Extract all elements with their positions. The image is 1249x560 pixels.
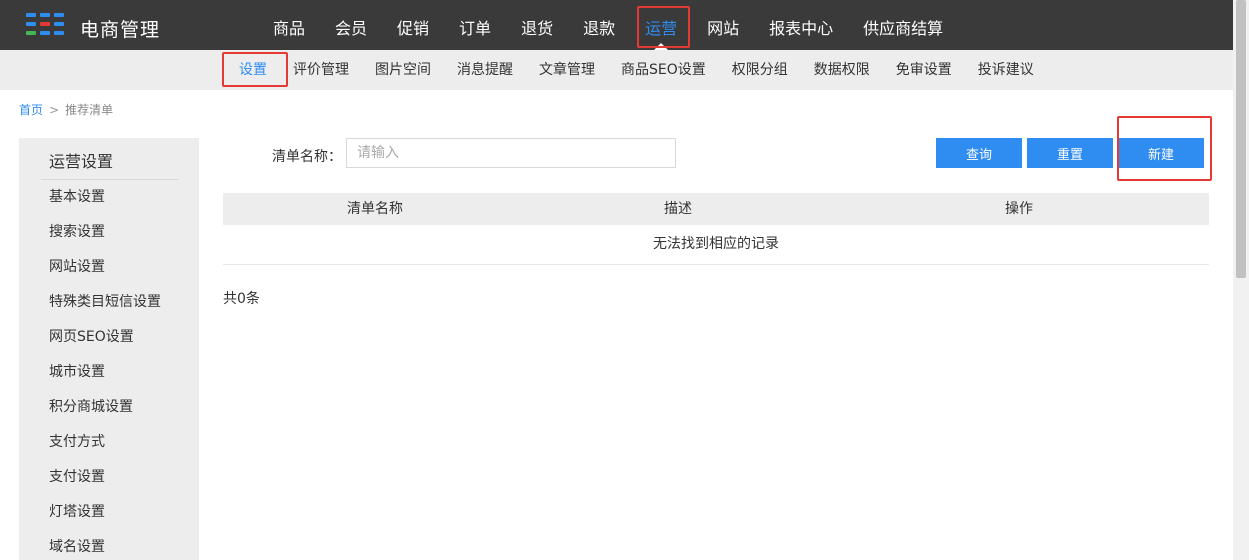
sidebar-item-9[interactable]: 灯塔设置 xyxy=(49,495,161,530)
subnav-item-1[interactable]: 评价管理 xyxy=(280,50,362,90)
sidebar-item-1[interactable]: 搜索设置 xyxy=(49,215,161,250)
sidebar-list: 基本设置 搜索设置 网站设置 特殊类目短信设置 网页SEO设置 城市设置 积分商城设置 支付方… xyxy=(49,180,161,560)
sidebar-item-8[interactable]: 支付设置 xyxy=(49,460,161,495)
subnav-item-9[interactable]: 投诉建议 xyxy=(965,50,1047,90)
nav-item-3[interactable]: 订单 xyxy=(444,0,506,50)
create-button[interactable]: 新建 xyxy=(1118,138,1204,168)
sidebar-item-6[interactable]: 积分商城设置 xyxy=(49,390,161,425)
main-nav: 商品 会员 促销 订单 退货 退款 运营 网站 报表中心 供应商结算 xyxy=(258,0,958,50)
subnav-item-7[interactable]: 数据权限 xyxy=(801,50,883,90)
table-header: 清单名称 描述 操作 xyxy=(223,193,1209,225)
sidebar-item-7[interactable]: 支付方式 xyxy=(49,425,161,460)
subnav-item-4[interactable]: 文章管理 xyxy=(526,50,608,90)
subnav-item-3[interactable]: 消息提醒 xyxy=(444,50,526,90)
query-button[interactable]: 查询 xyxy=(936,138,1022,168)
nav-item-6[interactable]: 运营 xyxy=(630,0,692,50)
total-count: 共0条 xyxy=(223,291,260,307)
sidebar-item-10[interactable]: 域名设置 xyxy=(49,530,161,560)
sidebar-item-3[interactable]: 特殊类目短信设置 xyxy=(49,285,161,320)
column-header-list-name: 清单名称 xyxy=(347,201,403,217)
list-name-input[interactable] xyxy=(346,138,676,168)
top-navbar: 电商管理 商品 会员 促销 订单 退货 退款 运营 网站 报表中心 供应商结算 xyxy=(0,0,1233,50)
breadcrumb-current: 推荐清单 xyxy=(65,103,114,117)
sidebar: 运营设置 基本设置 搜索设置 网站设置 特殊类目短信设置 网页SEO设置 城市设置 积分商城… xyxy=(19,138,199,560)
breadcrumb-home-link[interactable]: 首页 xyxy=(19,103,43,117)
reset-button[interactable]: 重置 xyxy=(1027,138,1113,168)
nav-item-9[interactable]: 供应商结算 xyxy=(848,0,958,50)
sidebar-item-0[interactable]: 基本设置 xyxy=(49,180,161,215)
nav-item-8[interactable]: 报表中心 xyxy=(754,0,848,50)
sidebar-item-2[interactable]: 网站设置 xyxy=(49,250,161,285)
nav-item-2[interactable]: 促销 xyxy=(382,0,444,50)
sidebar-title: 运营设置 xyxy=(49,152,114,171)
sidebar-item-5[interactable]: 城市设置 xyxy=(49,355,161,390)
nav-item-7[interactable]: 网站 xyxy=(692,0,754,50)
breadcrumb-separator: > xyxy=(49,103,60,117)
sub-navbar: 设置 评价管理 图片空间 消息提醒 文章管理 商品SEO设置 权限分组 数据权限 免审设置 投诉建… xyxy=(0,50,1233,90)
subnav-item-8[interactable]: 免审设置 xyxy=(883,50,965,90)
search-label: 清单名称： xyxy=(272,149,342,165)
nav-item-4[interactable]: 退货 xyxy=(506,0,568,50)
subnav-item-5[interactable]: 商品SEO设置 xyxy=(608,50,719,90)
nav-item-5[interactable]: 退款 xyxy=(568,0,630,50)
sidebar-item-4[interactable]: 网页SEO设置 xyxy=(49,320,161,355)
column-header-actions: 操作 xyxy=(1005,201,1033,217)
subnav-item-6[interactable]: 权限分组 xyxy=(719,50,801,90)
column-header-description: 描述 xyxy=(664,201,692,217)
brand-title: 电商管理 xyxy=(80,19,161,41)
scrollbar-thumb[interactable] xyxy=(1236,0,1246,278)
breadcrumb: 首页 > 推荐清单 xyxy=(19,101,113,118)
subnav-item-2[interactable]: 图片空间 xyxy=(362,50,444,90)
nav-item-0[interactable]: 商品 xyxy=(258,0,320,50)
sub-nav: 设置 评价管理 图片空间 消息提醒 文章管理 商品SEO设置 权限分组 数据权限 免审设置 投诉建… xyxy=(226,50,1047,90)
nav-item-1[interactable]: 会员 xyxy=(320,0,382,50)
subnav-item-0[interactable]: 设置 xyxy=(226,50,280,90)
grid-logo-icon xyxy=(26,13,64,35)
table-empty-row: 无法找到相应的记录 xyxy=(223,225,1209,265)
